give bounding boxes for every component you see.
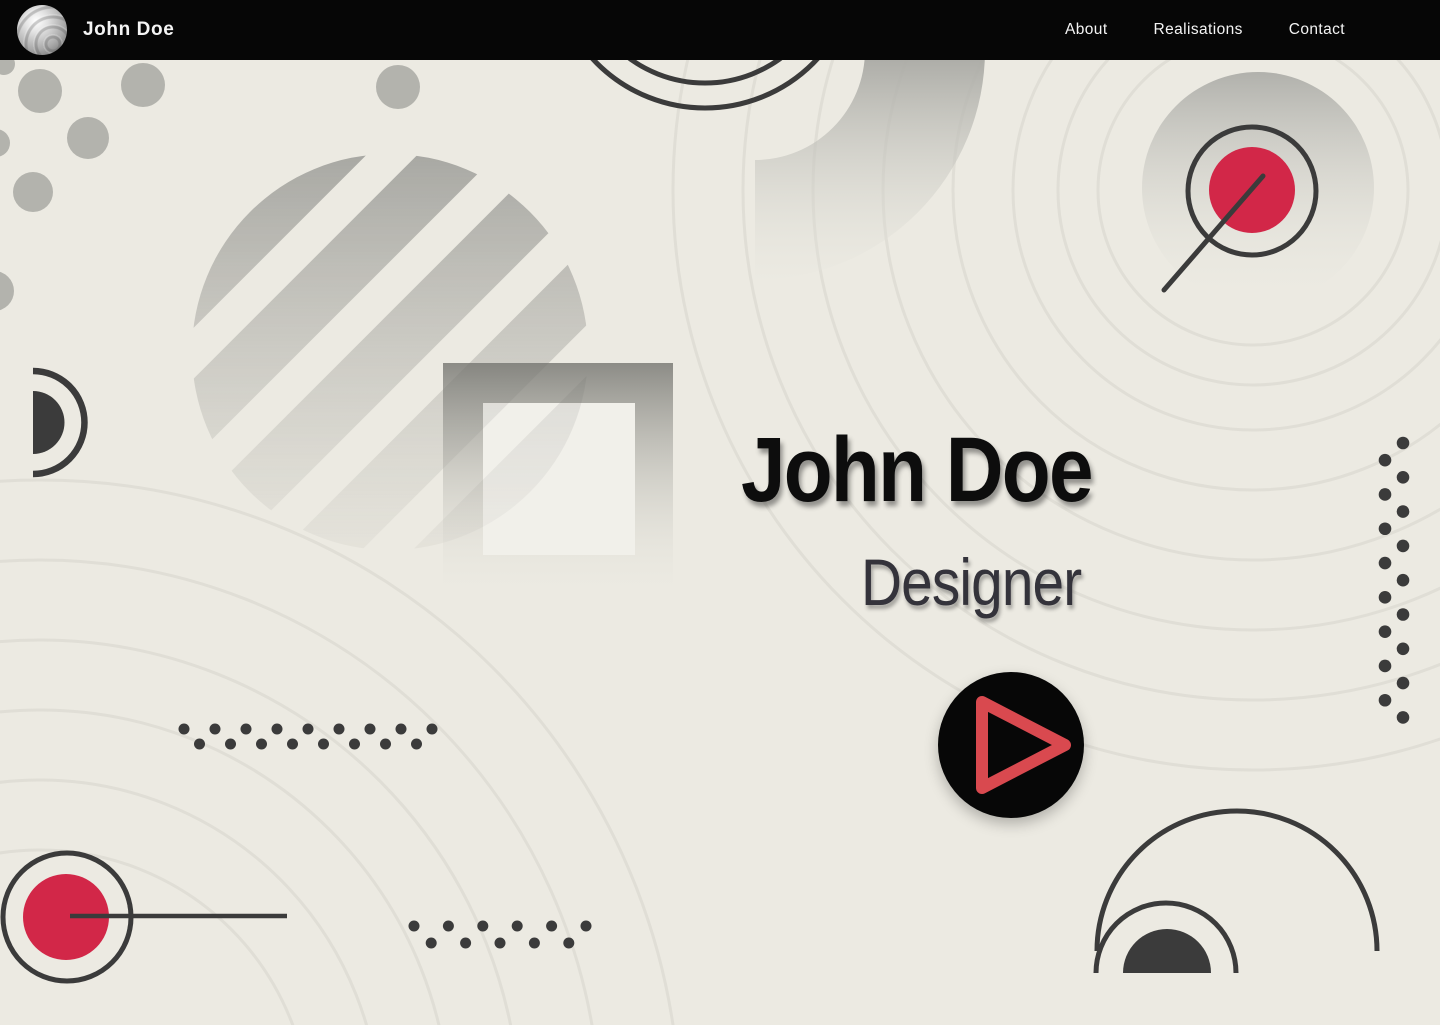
frame-square-shape: [443, 363, 673, 595]
page-title: John Doe: [741, 424, 1092, 516]
nav-item-realisations[interactable]: Realisations: [1154, 21, 1243, 39]
decorative-background: [0, 0, 1440, 1025]
sphere-logo-icon: [17, 5, 67, 55]
nav-item-contact[interactable]: Contact: [1289, 21, 1345, 39]
navbar: John Doe About Realisations Contact: [0, 0, 1440, 60]
nav-item-about[interactable]: About: [1065, 21, 1108, 39]
half-donut-left-shape: [33, 371, 84, 474]
arches-bottom-right: [1096, 811, 1377, 973]
nav-links: About Realisations Contact: [1065, 21, 1440, 39]
brand[interactable]: John Doe: [0, 5, 174, 55]
play-icon: [938, 672, 1084, 818]
page-subtitle: Designer: [861, 549, 1081, 615]
target-circle-top-right: [1142, 72, 1374, 304]
brand-name: John Doe: [83, 19, 174, 41]
play-button[interactable]: [938, 672, 1084, 818]
zigzag-dots-middle-left: [179, 724, 438, 750]
